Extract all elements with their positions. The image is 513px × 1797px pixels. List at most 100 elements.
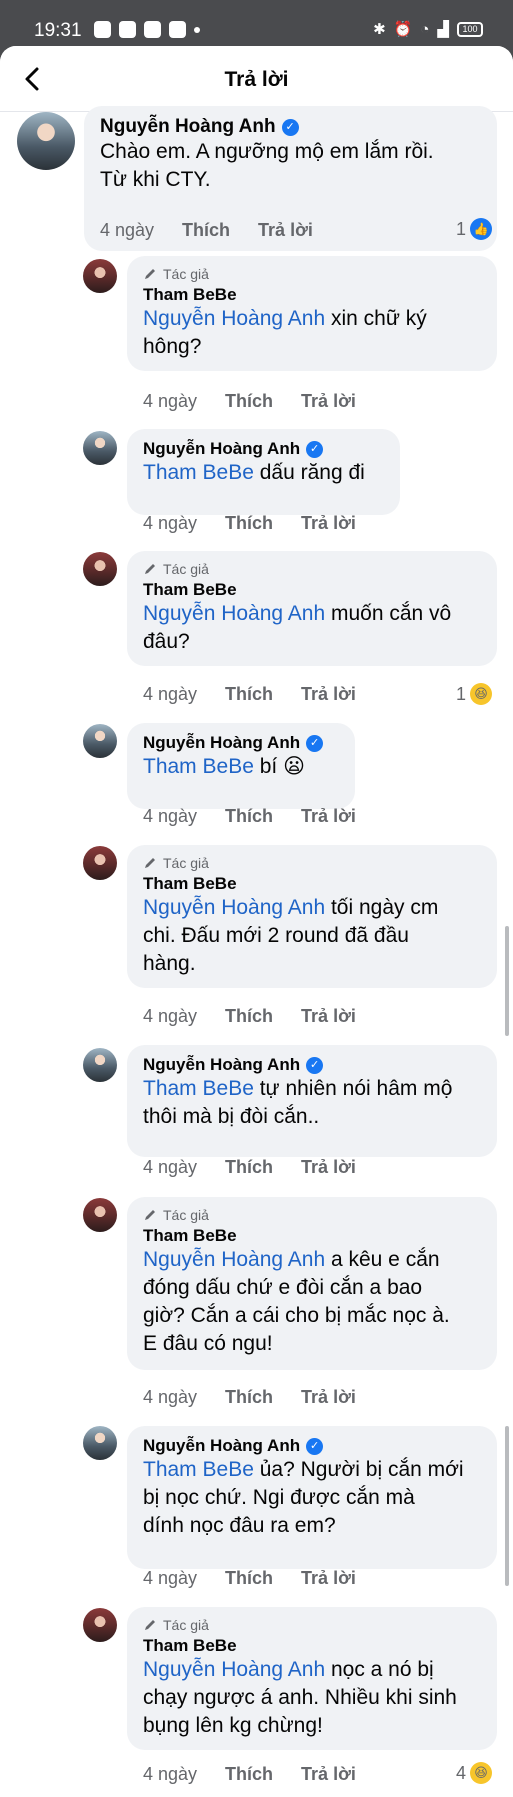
avatar[interactable] [83,1198,117,1232]
mention-link[interactable]: Nguyễn Hoàng Anh [143,602,325,625]
pencil-icon [145,564,155,574]
comment-author[interactable]: Nguyễn Hoàng Anh ✓ [100,116,483,138]
reply-button[interactable]: Trả lời [301,806,356,827]
comment-text: Nguyễn Hoàng Anh xin chữ ký hông? [143,307,427,358]
avatar[interactable] [83,1426,117,1460]
comment-time: 4 ngày [143,806,198,826]
comment-author[interactable]: Tham BeBe [143,1636,483,1656]
verified-badge-icon: ✓ [306,1437,324,1455]
mention-link[interactable]: Nguyễn Hoàng Anh [143,1248,325,1271]
comment-text: Nguyễn Hoàng Anh tối ngày cm chi. Đấu mớ… [143,896,439,975]
avatar[interactable] [83,1048,117,1082]
reply-button[interactable]: Trả lời [301,1157,356,1178]
like-button[interactable]: Thích [225,806,273,827]
mention-link[interactable]: Tham BeBe [143,1077,254,1100]
comment-actions: 4 ngày Thích Trả lời [143,806,356,827]
author-badge: Tác giả [143,1207,483,1223]
notification-icons [94,21,200,38]
mention-link[interactable]: Tham BeBe [143,755,254,778]
scrollbar[interactable] [505,926,509,1036]
reaction-summary[interactable]: 1 😆 [456,683,493,705]
comment-time: 4 ngày [143,513,198,533]
reaction-summary[interactable]: 1 👍 [456,218,493,240]
like-button[interactable]: Thích [225,1764,273,1785]
pencil-icon [145,269,155,279]
verified-badge-icon: ✓ [281,118,299,136]
mention-link[interactable]: Nguyễn Hoàng Anh [143,1658,325,1681]
reaction-count: 4 [456,1762,467,1783]
like-button[interactable]: Thích [182,220,230,241]
like-button[interactable]: Thích [225,391,273,412]
mention-link[interactable]: Tham BeBe [143,1458,254,1481]
mention-link[interactable]: Tham BeBe [143,461,254,484]
comment-text: Nguyễn Hoàng Anh nọc a nó bị chạy ngược … [143,1658,457,1737]
avatar[interactable] [17,112,75,170]
reply-button[interactable]: Trả lời [301,1764,356,1785]
more-dot-icon [194,26,200,33]
comment-bubble: Nguyễn Hoàng Anh ✓ Tham BeBe ủa? Người b… [127,1426,497,1569]
comment-author[interactable]: Nguyễn Hoàng Anh ✓ [143,733,341,753]
comment-bubble: Tác giả Tham BeBe Nguyễn Hoàng Anh xin c… [127,256,497,371]
avatar[interactable] [83,1608,117,1642]
like-button[interactable]: Thích [225,1006,273,1027]
verified-badge-icon: ✓ [306,440,324,458]
comment-actions: 4 ngày Thích Trả lời [143,1006,356,1027]
mention-link[interactable]: Nguyễn Hoàng Anh [143,896,325,919]
like-button[interactable]: Thích [225,1568,273,1589]
message-notification-icon [94,21,111,38]
comment-author[interactable]: Nguyễn Hoàng Anh ✓ [143,1436,483,1456]
like-button[interactable]: Thích [225,513,273,534]
reply-button[interactable]: Trả lời [301,1387,356,1408]
comment-text: Tham BeBe bí 😦 [143,755,305,778]
reply-button[interactable]: Trả lời [258,220,313,241]
comment-author[interactable]: Tham BeBe [143,580,483,600]
comment-text: Nguyễn Hoàng Anh muốn cắn vô đâu? [143,602,452,653]
like-button[interactable]: Thích [225,1387,273,1408]
comment-bubble: Nguyễn Hoàng Anh ✓ Tham BeBe dấu răng đi [127,429,400,515]
comment-time: 4 ngày [143,1764,198,1784]
signal-icon: ▟ [437,21,449,38]
avatar[interactable] [83,552,117,586]
haha-reaction-icon: 😆 [470,683,493,705]
avatar[interactable] [83,846,117,880]
comment-bubble: Nguyễn Hoàng Anh ✓ Tham BeBe tự nhiên nó… [127,1045,497,1157]
pencil-icon [145,858,155,868]
scrollbar[interactable] [505,1426,509,1586]
reply-button[interactable]: Trả lời [301,1006,356,1027]
comment-bubble: Tác giả Tham BeBe Nguyễn Hoàng Anh a kêu… [127,1197,497,1370]
comment-actions: 4 ngày Thích Trả lời [143,684,356,705]
comment-actions: 4 ngày Thích Trả lời [143,391,356,412]
alarm-icon: ⏰ [393,21,413,38]
reply-button[interactable]: Trả lời [301,1568,356,1589]
youtube-notification-icon [169,21,186,38]
comment-author[interactable]: Tham BeBe [143,1226,483,1246]
replies-sheet: Trả lời Nguyễn Hoàng Anh ✓ Chào em. A ng… [0,46,513,1797]
comment-author[interactable]: Nguyễn Hoàng Anh ✓ [143,1055,483,1075]
system-icons: ✱ ⏰ ◔ ▟ 100 [373,20,483,38]
reply-button[interactable]: Trả lời [301,391,356,412]
like-reaction-icon: 👍 [470,218,493,240]
comment-author[interactable]: Tham BeBe [143,874,483,894]
comment-author[interactable]: Tham BeBe [143,285,483,305]
avatar[interactable] [83,724,117,758]
sad-face-emoji: 😦 [283,755,305,778]
avatar[interactable] [83,259,117,293]
pencil-icon [145,1620,155,1630]
wifi-icon: ◔ [420,20,430,38]
comment-bubble: Tác giả Tham BeBe Nguyễn Hoàng Anh nọc a… [127,1607,497,1750]
reply-button[interactable]: Trả lời [301,684,356,705]
comment-actions: 4 ngày Thích Trả lời [100,220,313,241]
reaction-summary[interactable]: 4 😆 [456,1762,493,1784]
author-badge: Tác giả [143,561,483,577]
status-time: 19:31 [34,20,82,41]
avatar[interactable] [83,431,117,465]
app-notification-icon [144,21,161,38]
reply-button[interactable]: Trả lời [301,513,356,534]
comment-text: Tham BeBe tự nhiên nói hâm mộ thôi mà bị… [143,1077,453,1128]
verified-badge-icon: ✓ [306,1056,324,1074]
comment-actions: 4 ngày Thích Trả lời [143,1387,356,1408]
like-button[interactable]: Thích [225,1157,273,1178]
mention-link[interactable]: Nguyễn Hoàng Anh [143,307,325,330]
comment-author[interactable]: Nguyễn Hoàng Anh ✓ [143,439,386,459]
like-button[interactable]: Thích [225,684,273,705]
